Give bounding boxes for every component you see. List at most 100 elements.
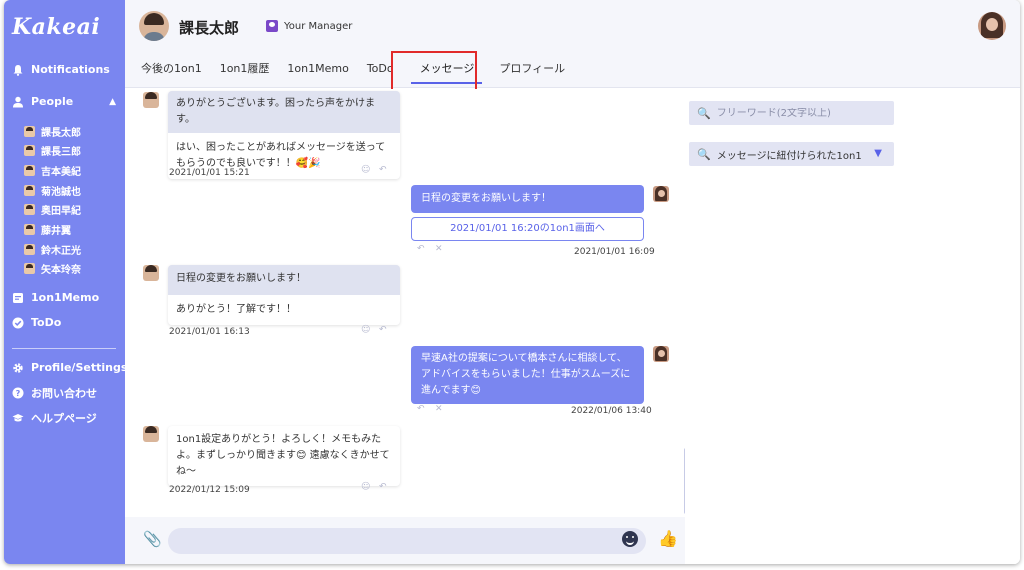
tab-bar: 今後の1on1 1on1履歴 1on1Memo ToDo メッセージ プロフィー… [125, 54, 574, 88]
avatar [143, 426, 159, 442]
manager-icon [266, 20, 278, 32]
emoji-icon[interactable] [622, 531, 638, 547]
tab-profile[interactable]: プロフィール [490, 54, 574, 88]
reply-icon[interactable]: ↶ [417, 244, 425, 254]
message-text: 早速A社の提案について橋本さんに相談して、アドバイスをもらいました！仕事がスムー… [421, 353, 631, 396]
message-timestamp: 2021/01/01 16:13 [169, 327, 250, 337]
paperclip-icon[interactable]: 📎 [143, 530, 162, 548]
message-thread: ありがとうございます。困ったら声をかけます。 はい、困ったことがあればメッセージ… [125, 89, 685, 517]
chevron-up-icon[interactable]: ▲ [109, 97, 116, 107]
avatar [24, 244, 35, 255]
person-name: 藤井翼 [41, 226, 71, 237]
avatar [24, 126, 35, 137]
nav-notifications-label: Notifications [31, 63, 110, 76]
person-name: 菊池誠也 [41, 187, 81, 198]
reply-icon[interactable]: ↶ [379, 482, 387, 492]
thumbs-up-icon[interactable]: 👍 [658, 529, 678, 548]
nav-people[interactable]: People ▲ [12, 95, 116, 108]
message-timestamp: 2022/01/06 13:40 [571, 406, 652, 416]
filter-label: メッセージに紐付けられた1on1 [716, 150, 862, 162]
person-item[interactable]: 矢本玲奈 [24, 261, 81, 276]
right-panel: 🔍 🔍 メッセージに紐付けられた1on1 ▼ [685, 89, 1020, 564]
nav-todo[interactable]: ToDo [12, 316, 61, 329]
person-name: 課長太郎 [41, 128, 81, 139]
nav-notifications[interactable]: Notifications [12, 63, 110, 76]
caret-down-icon: ▼ [874, 148, 882, 159]
delete-icon[interactable]: ✕ [435, 404, 443, 414]
avatar [653, 186, 669, 202]
manager-badge-label: Your Manager [284, 20, 353, 32]
person-name: 吉本美紀 [41, 167, 81, 178]
avatar [24, 224, 35, 235]
memo-icon [13, 292, 23, 303]
reply-icon[interactable]: ↶ [379, 165, 387, 175]
avatar [143, 265, 159, 281]
highlight-box [391, 51, 477, 91]
message-text: ありがとう！了解です！！ [168, 295, 400, 325]
person-item[interactable]: 菊池誠也 [24, 183, 81, 198]
avatar[interactable] [139, 11, 169, 41]
svg-text:?: ? [16, 389, 21, 398]
search-icon: 🔍 [697, 106, 711, 120]
reaction-icon[interactable]: ☺ [361, 325, 370, 335]
nav-1on1memo-label: 1on1Memo [31, 291, 100, 304]
avatar [653, 346, 669, 362]
tab-1on1memo[interactable]: 1on1Memo [278, 54, 357, 88]
tab-1on1-history[interactable]: 1on1履歴 [211, 54, 279, 88]
nav-help-label: ヘルプページ [31, 412, 97, 425]
person-name: 鈴木正光 [41, 246, 81, 257]
message-timestamp: 2021/01/01 16:09 [574, 247, 655, 257]
quoted-text: ありがとうございます。困ったら声をかけます。 [168, 91, 400, 133]
header: 課長太郎 Your Manager 今後の1on1 1on1履歴 1on1Mem… [125, 0, 1020, 91]
reaction-icon[interactable]: ☺ [361, 165, 370, 175]
incoming-message: 日程の変更をお願いします！ ありがとう！了解です！！ [168, 265, 400, 325]
person-item[interactable]: 藤井翼 [24, 222, 71, 237]
avatar [24, 185, 35, 196]
current-user-avatar[interactable] [978, 12, 1006, 40]
nav-profile-settings-label: Profile/Settings [31, 361, 128, 374]
person-item[interactable]: 奥田早紀 [24, 202, 81, 217]
graduation-cap-icon [12, 414, 24, 422]
outgoing-message: 日程の変更をお願いします！ [411, 185, 644, 213]
person-item[interactable]: 課長三郎 [24, 143, 81, 158]
nav-contact[interactable]: ? お問い合わせ [12, 385, 97, 401]
tab-label: ToDo [366, 62, 394, 75]
outgoing-message: 早速A社の提案について橋本さんに相談して、アドバイスをもらいました！仕事がスムー… [411, 346, 644, 404]
person-item[interactable]: 鈴木正光 [24, 242, 81, 257]
nav-profile-settings[interactable]: Profile/Settings [12, 361, 127, 374]
nav-1on1memo[interactable]: 1on1Memo [12, 291, 99, 304]
sidebar: Kakeai Notifications People ▲ 課長太郎 課長三郎 … [4, 0, 127, 564]
reply-icon[interactable]: ↶ [379, 325, 387, 335]
message-timestamp: 2021/01/01 15:21 [169, 168, 250, 178]
nav-people-label: People [31, 95, 74, 108]
nav-todo-label: ToDo [31, 316, 62, 329]
person-item[interactable]: 吉本美紀 [24, 163, 81, 178]
avatar [24, 263, 35, 274]
person-name: 奥田早紀 [41, 206, 81, 217]
search-box: 🔍 [689, 101, 894, 125]
message-text: 日程の変更をお願いします！ [421, 193, 551, 204]
bell-icon [13, 64, 23, 76]
message-input[interactable] [168, 528, 646, 554]
composer: 📎 👍 [125, 517, 685, 564]
avatar [24, 204, 35, 215]
tab-upcoming-1on1[interactable]: 今後の1on1 [125, 54, 211, 88]
brand-logo: Kakeai [12, 14, 101, 40]
quoted-text: 日程の変更をお願いします！ [168, 265, 400, 295]
incoming-message: 1on1設定ありがとう！よろしく！メモもみたよ。まずしっかり聞きます😊 遠慮なく… [168, 426, 400, 486]
person-item[interactable]: 課長太郎 [24, 124, 81, 139]
nav-help[interactable]: ヘルプページ [12, 410, 97, 426]
linked-1on1-filter[interactable]: 🔍 メッセージに紐付けられた1on1 ▼ [689, 142, 894, 166]
avatar [143, 92, 159, 108]
tab-label: 1on1履歴 [219, 62, 270, 75]
sidebar-divider [12, 348, 116, 349]
app-window: Kakeai Notifications People ▲ 課長太郎 課長三郎 … [4, 0, 1020, 564]
reaction-icon[interactable]: ☺ [361, 482, 370, 492]
page-title: 課長太郎 [179, 19, 240, 37]
delete-icon[interactable]: ✕ [435, 244, 443, 254]
reply-icon[interactable]: ↶ [417, 404, 425, 414]
search-input[interactable] [716, 107, 887, 119]
linked-1on1-label: 2021/01/01 16:20の1on1画面へ [450, 223, 605, 234]
person-name: 矢本玲奈 [41, 265, 81, 276]
linked-1on1-button[interactable]: 2021/01/01 16:20の1on1画面へ [411, 217, 644, 241]
